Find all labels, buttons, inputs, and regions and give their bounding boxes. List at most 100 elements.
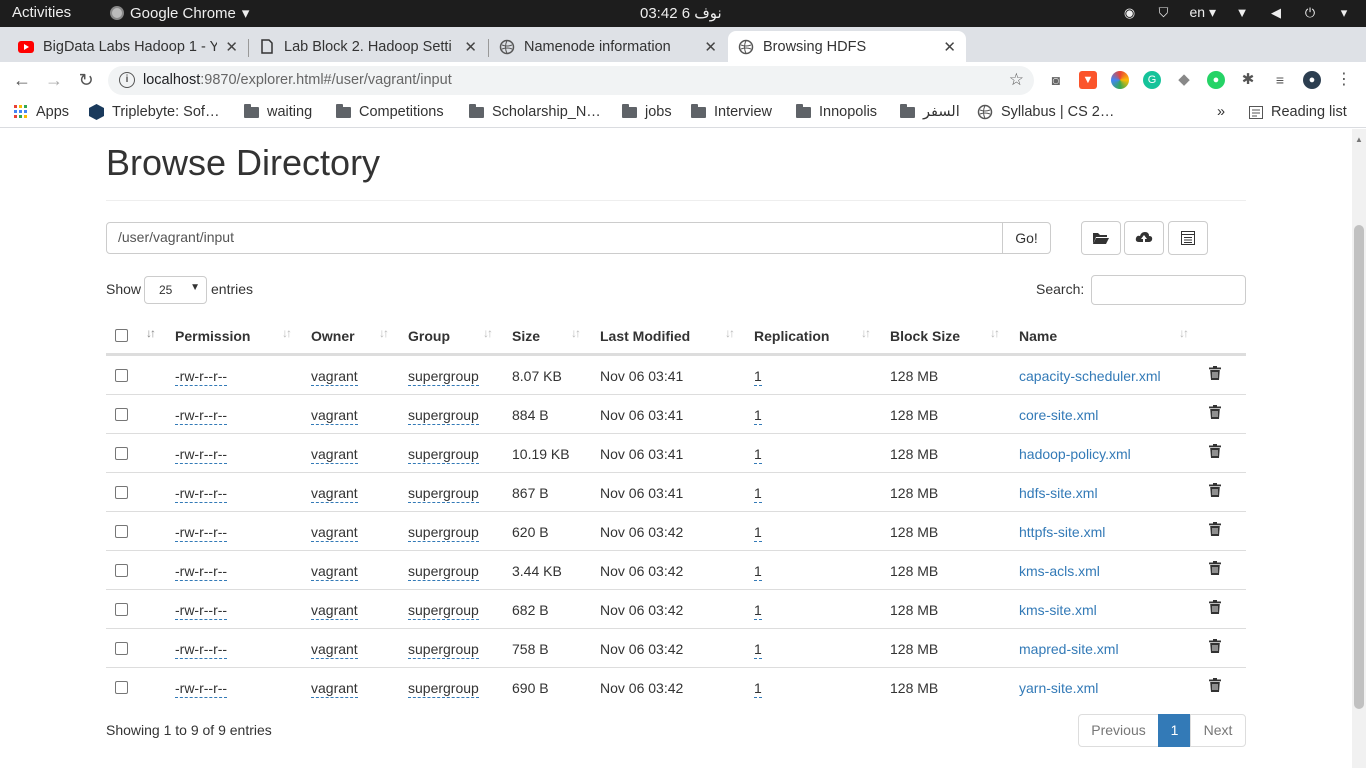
owner-cell[interactable]: vagrant <box>311 446 358 464</box>
shield-icon[interactable]: ⛉ <box>1156 5 1172 21</box>
row-checkbox[interactable] <box>115 642 128 655</box>
group-cell[interactable]: supergroup <box>408 680 479 698</box>
permission-cell[interactable]: -rw-r--r-- <box>175 407 228 425</box>
bookmark-syllabus[interactable]: Syllabus | CS 2… <box>977 104 1114 120</box>
row-checkbox[interactable] <box>115 408 128 421</box>
column-block-size[interactable]: Block Size <box>890 328 960 344</box>
owner-cell[interactable]: vagrant <box>311 602 358 620</box>
reading-list-button[interactable]: Reading list <box>1249 104 1347 120</box>
chat-icon[interactable]: ● <box>1207 71 1225 89</box>
grammarly-icon[interactable]: G <box>1143 71 1161 89</box>
row-checkbox[interactable] <box>115 447 128 460</box>
record-icon[interactable]: ◉ <box>1122 5 1138 21</box>
reload-button[interactable]: ↻ <box>76 70 96 91</box>
row-checkbox[interactable] <box>115 525 128 538</box>
column-last-modified[interactable]: Last Modified <box>600 328 690 344</box>
group-cell[interactable]: supergroup <box>408 485 479 503</box>
tab-bigdata-labs[interactable]: BigData Labs Hadoop 1 - Y ✕ <box>8 31 248 62</box>
permission-cell[interactable]: -rw-r--r-- <box>175 446 228 464</box>
column-name[interactable]: Name <box>1019 328 1057 344</box>
trash-icon[interactable] <box>1209 561 1221 578</box>
trash-icon[interactable] <box>1209 522 1221 539</box>
bookmark-innopolis[interactable]: Innopolis <box>796 103 877 120</box>
permission-cell[interactable]: -rw-r--r-- <box>175 485 228 503</box>
page-1-button[interactable]: 1 <box>1158 714 1191 747</box>
owner-cell[interactable]: vagrant <box>311 680 358 698</box>
column-owner[interactable]: Owner <box>311 328 355 344</box>
tab-browsing-hdfs[interactable]: Browsing HDFS ✕ <box>728 31 966 62</box>
replication-cell[interactable]: 1 <box>754 563 762 581</box>
app-menu[interactable]: Google Chrome ▾ <box>110 4 249 22</box>
owner-cell[interactable]: vagrant <box>311 485 358 503</box>
file-name-link[interactable]: hadoop-policy.xml <box>1019 446 1131 462</box>
group-cell[interactable]: supergroup <box>408 563 479 581</box>
close-icon[interactable]: ✕ <box>464 38 477 56</box>
puzzle-icon[interactable]: ✱ <box>1239 71 1257 89</box>
cut-paste-button[interactable] <box>1168 221 1208 255</box>
close-icon[interactable]: ✕ <box>704 38 717 56</box>
replication-cell[interactable]: 1 <box>754 368 762 386</box>
language-indicator[interactable]: en ▾ <box>1190 4 1217 21</box>
trash-icon[interactable] <box>1209 483 1221 500</box>
column-permission[interactable]: Permission <box>175 328 250 344</box>
forward-button[interactable]: → <box>44 70 64 91</box>
row-checkbox[interactable] <box>115 681 128 694</box>
brave-icon[interactable]: ▼ <box>1079 71 1097 89</box>
sort-icon[interactable]: ↓↑ <box>1179 326 1189 340</box>
bookmark-competitions[interactable]: Competitions <box>336 103 444 120</box>
upload-button[interactable] <box>1124 221 1164 255</box>
trash-icon[interactable] <box>1209 639 1221 656</box>
replication-cell[interactable]: 1 <box>754 641 762 659</box>
owner-cell[interactable]: vagrant <box>311 524 358 542</box>
go-button[interactable]: Go! <box>1002 222 1051 254</box>
bookmarks-overflow-button[interactable]: » <box>1217 104 1225 120</box>
url-text[interactable]: localhost:9870/explorer.html#/user/vagra… <box>143 72 452 88</box>
next-page-button[interactable]: Next <box>1190 714 1246 747</box>
sort-icon[interactable]: ↓↑ <box>483 326 493 340</box>
tab-namenode-information[interactable]: Namenode information ✕ <box>489 31 727 62</box>
group-cell[interactable]: supergroup <box>408 524 479 542</box>
bookmark-scholarship[interactable]: Scholarship_N… <box>469 103 601 120</box>
scrollbar-thumb[interactable] <box>1354 225 1364 709</box>
previous-page-button[interactable]: Previous <box>1078 714 1159 747</box>
column-group[interactable]: Group <box>408 328 450 344</box>
permission-cell[interactable]: -rw-r--r-- <box>175 602 228 620</box>
group-cell[interactable]: supergroup <box>408 641 479 659</box>
bookmark-travel[interactable]: السفر <box>900 103 960 120</box>
file-name-link[interactable]: core-site.xml <box>1019 407 1098 423</box>
activities-button[interactable]: Activities <box>12 4 71 21</box>
sort-icon[interactable]: ↓↑ <box>282 326 292 340</box>
replication-cell[interactable]: 1 <box>754 602 762 620</box>
replication-cell[interactable]: 1 <box>754 524 762 542</box>
owner-cell[interactable]: vagrant <box>311 563 358 581</box>
camera-icon[interactable]: ◙ <box>1047 71 1065 89</box>
permission-cell[interactable]: -rw-r--r-- <box>175 524 228 542</box>
row-checkbox[interactable] <box>115 486 128 499</box>
group-cell[interactable]: supergroup <box>408 368 479 386</box>
avatar[interactable]: ● <box>1303 71 1321 89</box>
search-input[interactable] <box>1091 275 1246 305</box>
tab-lab-block[interactable]: Lab Block 2. Hadoop Setti ✕ <box>249 31 487 62</box>
file-name-link[interactable]: kms-site.xml <box>1019 602 1097 618</box>
trash-icon[interactable] <box>1209 366 1221 383</box>
trash-icon[interactable] <box>1209 444 1221 461</box>
page-length-select[interactable]: 25 ▼ <box>144 276 207 304</box>
extension-icon[interactable]: ◆ <box>1175 71 1193 89</box>
trash-icon[interactable] <box>1209 678 1221 695</box>
address-bar[interactable]: i localhost:9870/explorer.html#/user/vag… <box>108 66 1034 95</box>
replication-cell[interactable]: 1 <box>754 680 762 698</box>
bookmark-jobs[interactable]: jobs <box>622 103 672 120</box>
file-name-link[interactable]: mapred-site.xml <box>1019 641 1119 657</box>
color-picker-icon[interactable] <box>1111 71 1129 89</box>
row-checkbox[interactable] <box>115 369 128 382</box>
sort-icon[interactable]: ↓↑ <box>379 326 389 340</box>
star-icon[interactable]: ☆ <box>1009 70 1024 90</box>
permission-cell[interactable]: -rw-r--r-- <box>175 641 228 659</box>
clock[interactable]: نوف 6 03:42 <box>640 4 722 22</box>
chevron-down-icon[interactable]: ▾ <box>1336 5 1352 21</box>
file-name-link[interactable]: hdfs-site.xml <box>1019 485 1098 501</box>
permission-cell[interactable]: -rw-r--r-- <box>175 680 228 698</box>
bookmark-waiting[interactable]: waiting <box>244 103 312 120</box>
menu-icon[interactable]: ⋮ <box>1335 71 1353 89</box>
volume-icon[interactable]: ◀ <box>1268 5 1284 21</box>
